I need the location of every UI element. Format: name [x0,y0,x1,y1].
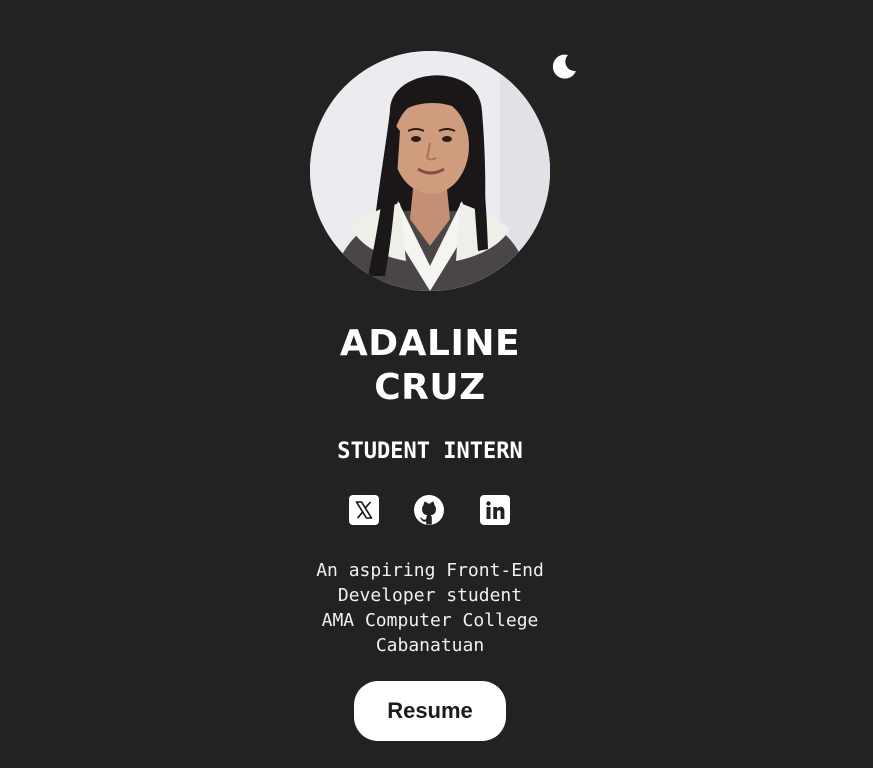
moon-icon [552,54,576,79]
profile-role: STUDENT INTERN [337,439,523,464]
theme-toggle-button[interactable] [549,51,581,83]
name-first: ADALINE [339,323,521,364]
github-icon [414,495,444,525]
social-links [346,494,516,526]
github-link[interactable] [413,494,445,526]
profile-bio: An aspiring Front-End Developer student … [236,558,624,658]
bio-line: An aspiring Front-End [316,560,544,581]
resume-button[interactable]: Resume [354,681,506,741]
x-twitter-link[interactable] [348,494,380,526]
bio-line: AMA Computer College [321,610,539,631]
bio-line: Developer student [337,585,523,606]
avatar [310,51,550,291]
profile-name: ADALINE CRUZ [236,322,624,410]
x-twitter-icon [349,495,379,525]
portfolio-page: ADALINE CRUZ STUDENT INTERN An aspiring … [0,0,873,768]
bio-line: Cabanatuan [375,635,485,656]
profile-photo [310,51,550,291]
linkedin-icon [480,495,510,525]
name-last: CRUZ [374,367,486,408]
linkedin-link[interactable] [479,494,511,526]
